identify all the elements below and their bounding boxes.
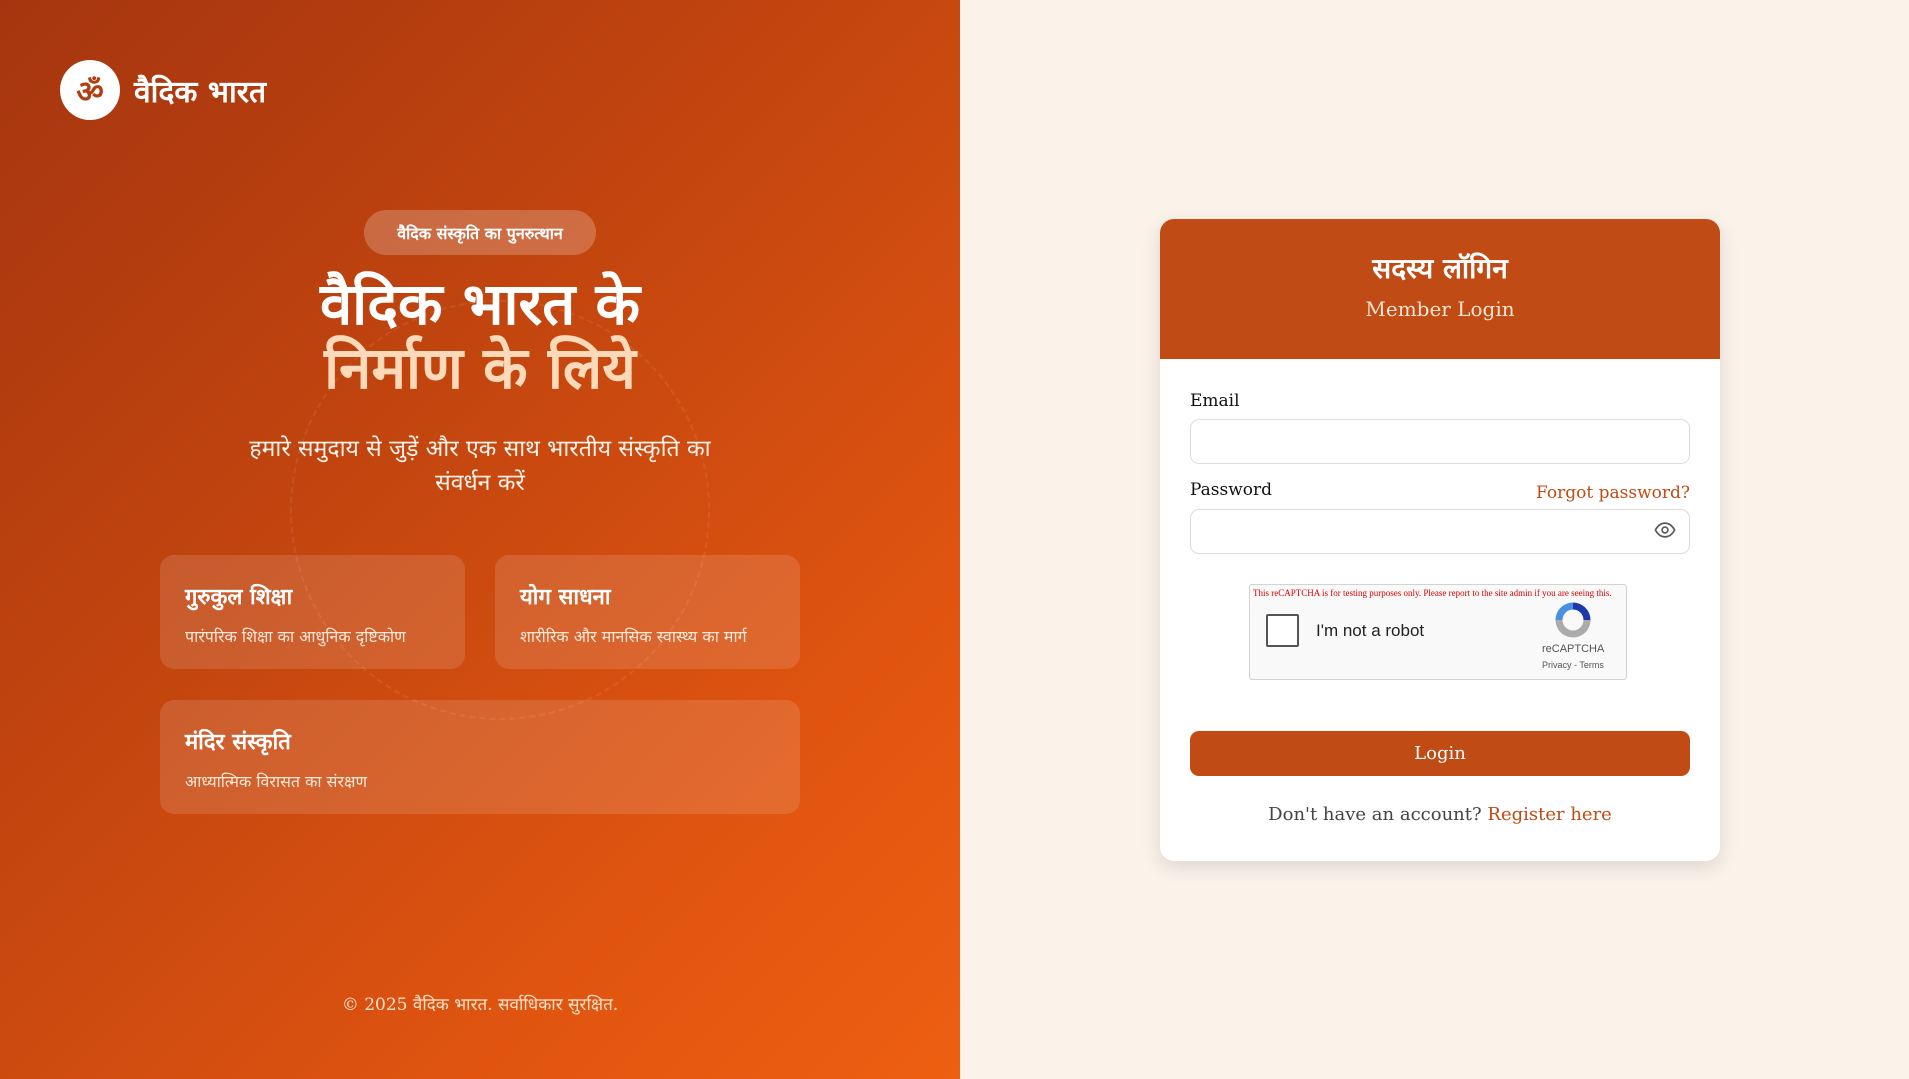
feature-card-gurukul: गुरुकुल शिक्षा पारंपरिक शिक्षा का आधुनिक… bbox=[160, 555, 465, 669]
om-icon: ॐ bbox=[60, 60, 120, 120]
feature-title: मंदिर संस्कृति bbox=[185, 730, 291, 755]
forgot-password-link[interactable]: Forgot password? bbox=[1536, 483, 1690, 503]
login-header: सदस्य लॉगिन Member Login bbox=[1160, 219, 1720, 359]
feature-title: गुरुकुल शिक्षा bbox=[185, 585, 293, 610]
feature-title: योग साधना bbox=[520, 585, 611, 610]
hero-subtext: हमारे समुदाय से जुड़ें और एक साथ भारतीय … bbox=[249, 436, 711, 496]
email-field[interactable] bbox=[1190, 419, 1690, 464]
login-title: सदस्य लॉगिन bbox=[1372, 252, 1508, 285]
feature-desc: आध्यात्मिक विरासत का संरक्षण bbox=[185, 772, 368, 791]
password-field[interactable] bbox=[1190, 509, 1690, 554]
captcha-checkbox[interactable] bbox=[1266, 614, 1299, 647]
login-card: सदस्य लॉगिन Member Login Email Password … bbox=[1160, 219, 1720, 861]
register-row: Don't have an account? Register here bbox=[1160, 804, 1720, 825]
password-label: Password bbox=[1190, 480, 1273, 500]
captcha-links[interactable]: Privacy - Terms bbox=[1542, 660, 1604, 670]
captcha-brand: reCAPTCHA bbox=[1542, 643, 1605, 655]
register-prompt: Don't have an account? bbox=[1268, 804, 1482, 825]
brand-name: वैदिक भारत bbox=[134, 74, 267, 110]
feature-desc: पारंपरिक शिक्षा का आधुनिक दृष्टिकोण bbox=[185, 627, 406, 646]
eye-icon[interactable] bbox=[1654, 519, 1676, 541]
hero-headline: वैदिक भारत के निर्माण के लिये bbox=[0, 272, 960, 400]
hero-badge: वैदिक संस्कृति का पुनरुत्थान bbox=[364, 210, 596, 255]
hero-panel: ॐ वैदिक भारत वैदिक संस्कृति का पुनरुत्था… bbox=[0, 0, 960, 1079]
captcha-warning: This reCAPTCHA is for testing purposes o… bbox=[1253, 588, 1612, 598]
email-label: Email bbox=[1190, 391, 1240, 411]
captcha-label: I'm not a robot bbox=[1316, 621, 1425, 640]
brand-logo[interactable]: ॐ वैदिक भारत bbox=[60, 60, 266, 120]
feature-card-yoga: योग साधना शारीरिक और मानसिक स्वास्थ्य का… bbox=[495, 555, 800, 669]
login-button[interactable]: Login bbox=[1190, 731, 1690, 776]
recaptcha-logo-icon bbox=[1555, 602, 1591, 638]
headline-line-2: निर्माण के लिये bbox=[324, 334, 636, 402]
feature-card-temple: मंदिर संस्कृति आध्यात्मिक विरासत का संरक… bbox=[160, 700, 800, 814]
copyright-text: © 2025 वैदिक भारत. सर्वाधिकार सुरक्षित. bbox=[341, 995, 619, 1015]
recaptcha-widget: This reCAPTCHA is for testing purposes o… bbox=[1249, 584, 1627, 680]
register-link[interactable]: Register here bbox=[1487, 804, 1611, 825]
headline-line-1: वैदिक भारत के bbox=[319, 270, 641, 338]
feature-desc: शारीरिक और मानसिक स्वास्थ्य का मार्ग bbox=[520, 627, 747, 646]
login-subtitle: Member Login bbox=[1365, 297, 1515, 321]
